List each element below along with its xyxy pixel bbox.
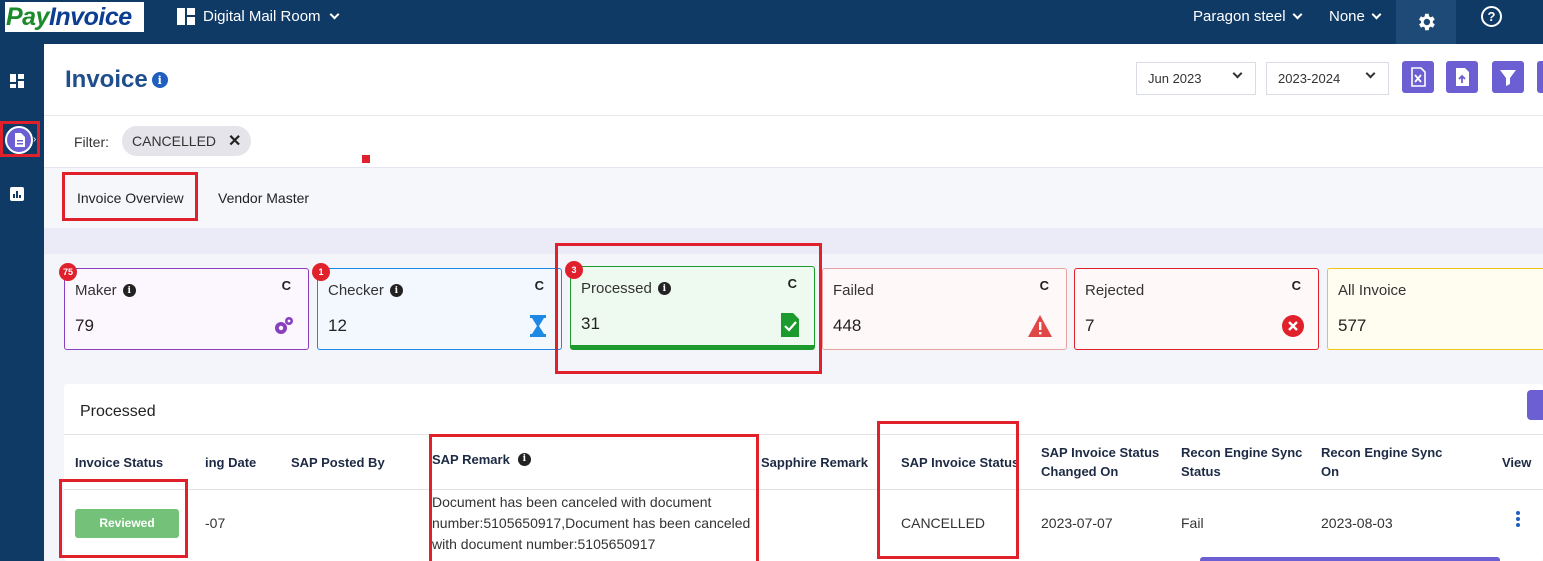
sap-status-changed-cell: 2023-07-07 [1041, 515, 1113, 531]
recon-on-cell: 2023-08-03 [1321, 515, 1393, 531]
chevron-down-icon [1292, 9, 1303, 20]
filter-label: Filter: [74, 134, 109, 150]
info-icon[interactable]: i [389, 284, 403, 297]
help-icon[interactable]: ? [1481, 6, 1502, 27]
col-sapphire-remark[interactable]: Sapphire Remark [761, 453, 868, 472]
card-failed[interactable]: Failed 448 C [822, 268, 1067, 350]
row-menu-icon[interactable] [1516, 511, 1520, 529]
chevron-down-icon [329, 9, 339, 20]
highlight-box-sap-status [877, 421, 1019, 559]
scroll-indicator [1200, 557, 1500, 561]
maker-count-badge: 75 [59, 263, 77, 281]
chevron-down-icon [1365, 68, 1376, 79]
card-rejected[interactable]: Rejected 7 C [1074, 268, 1319, 350]
info-icon[interactable]: i [151, 72, 168, 88]
refresh-icon[interactable]: C [535, 278, 544, 293]
checker-count: 12 [328, 316, 347, 335]
all-invoice-count: 577 [1338, 316, 1367, 335]
page-title: Invoice i [65, 66, 168, 94]
warning-icon [1028, 315, 1052, 337]
filter-chip-cancelled[interactable]: CANCELLED ✕ [122, 126, 252, 156]
dashboard-icon[interactable] [10, 74, 24, 88]
app-name: Digital Mail Room [203, 8, 321, 25]
highlight-box-status [59, 479, 188, 558]
table-title: Processed [80, 403, 156, 420]
refresh-icon[interactable]: C [1292, 278, 1301, 293]
payinvoice-logo[interactable]: PayInvoice [5, 2, 144, 32]
chevron-down-icon [1371, 9, 1382, 20]
refresh-icon[interactable]: C [1040, 278, 1049, 293]
filter-funnel-icon [1500, 70, 1516, 86]
rejected-count: 7 [1085, 316, 1095, 335]
active-filters-bar: Filter: CANCELLED ✕ [44, 116, 1543, 168]
recon-status-cell: Fail [1181, 515, 1204, 531]
table-header: Invoice Status ing Date SAP Posted By SA… [64, 434, 1543, 490]
gear-icon [1419, 13, 1435, 31]
col-posting-date[interactable]: ing Date [205, 453, 256, 472]
export-excel-button[interactable] [1402, 61, 1434, 93]
hourglass-icon [530, 315, 546, 337]
card-checker[interactable]: 1 Checker i 12 C [312, 263, 562, 350]
company-selector[interactable]: Paragon steel [1193, 8, 1303, 25]
fiscal-year-select[interactable]: 2023-2024 [1266, 62, 1389, 95]
upload-button[interactable] [1446, 61, 1478, 93]
document-icon [5, 126, 33, 154]
card-all-invoice[interactable]: All Invoice 577 C [1327, 268, 1543, 350]
col-recon-sync-status[interactable]: Recon Engine Sync Status [1181, 443, 1302, 481]
excel-icon [1411, 67, 1426, 87]
refresh-icon[interactable]: C [282, 278, 291, 293]
column-settings-button[interactable] [1527, 390, 1543, 420]
card-maker[interactable]: 75 Maker i 79 C [59, 263, 309, 350]
page-header: Invoice i Jun 2023 2023-2024 [44, 44, 1543, 116]
col-invoice-status[interactable]: Invoice Status [75, 453, 163, 472]
info-icon[interactable]: i [122, 284, 136, 297]
none-dropdown[interactable]: None [1329, 8, 1382, 25]
top-navigation-bar: PayInvoice Digital Mail Room Paragon ste… [0, 0, 1543, 44]
sidebar: › [0, 44, 44, 561]
highlight-box-processed [555, 243, 822, 374]
gears-icon [275, 317, 293, 334]
chevron-right-icon: › [33, 134, 37, 145]
report-chart-icon[interactable] [10, 187, 24, 201]
annotation-marker [362, 155, 370, 163]
dashboard-grid-icon [177, 8, 195, 25]
col-sap-status-changed-on[interactable]: SAP Invoice Status Changed On [1041, 443, 1159, 481]
error-circle-icon [1282, 315, 1304, 337]
app-switcher[interactable]: Digital Mail Room [177, 8, 339, 25]
highlight-box-tab [62, 172, 198, 221]
checker-count-badge: 1 [312, 263, 330, 281]
col-sap-posted-by[interactable]: SAP Posted By [291, 453, 385, 472]
tab-bar: Invoice Overview Vendor Master [44, 168, 1543, 228]
chevron-down-icon [1232, 68, 1243, 79]
more-actions-button[interactable] [1537, 61, 1543, 93]
maker-count: 79 [75, 316, 94, 335]
month-select[interactable]: Jun 2023 [1136, 62, 1256, 95]
col-view: View [1502, 455, 1532, 470]
upload-file-icon [1456, 68, 1469, 86]
highlight-box-sap-remark [429, 434, 759, 561]
sidebar-item-invoice[interactable]: › [0, 121, 40, 157]
processed-table-panel: Processed Invoice Status ing Date SAP Po… [64, 384, 1543, 561]
failed-count: 448 [833, 316, 862, 335]
settings-button[interactable] [1396, 0, 1456, 44]
posting-date-cell: -07 [205, 515, 226, 531]
tab-vendor-master[interactable]: Vendor Master [218, 190, 309, 206]
col-recon-sync-on[interactable]: Recon Engine Sync On [1321, 443, 1442, 481]
close-icon[interactable]: ✕ [228, 131, 241, 151]
filter-button[interactable] [1492, 61, 1524, 93]
